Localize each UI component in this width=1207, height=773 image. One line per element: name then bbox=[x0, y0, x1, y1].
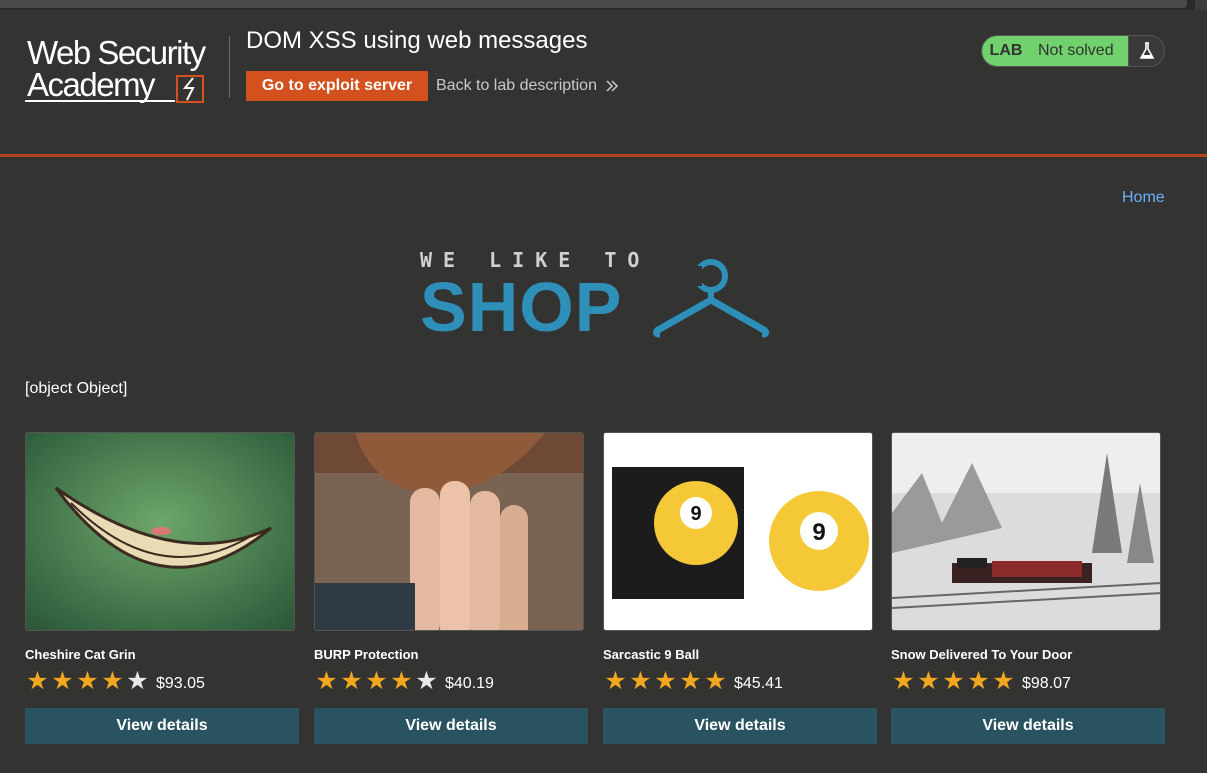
header-rule bbox=[0, 154, 1207, 157]
product-rating: ★ ★ ★ ★ ★ $40.19 bbox=[314, 668, 588, 694]
product-rating: ★ ★ ★ ★ ★ $98.07 bbox=[891, 668, 1165, 694]
product-image-cheshire-cat-grin bbox=[25, 432, 295, 631]
star-icon: ★ bbox=[365, 666, 388, 695]
lab-title: DOM XSS using web messages bbox=[246, 27, 588, 54]
scrollbar-corner bbox=[1195, 0, 1207, 10]
star-icon: ★ bbox=[892, 666, 915, 695]
web-message-output: [object Object] bbox=[25, 380, 128, 397]
logo-bolt-icon bbox=[176, 75, 204, 103]
star-icon: ★ bbox=[942, 666, 965, 695]
product-rating: ★ ★ ★ ★ ★ $93.05 bbox=[25, 668, 299, 694]
product-name: BURP Protection bbox=[314, 647, 419, 662]
star-icon: ★ bbox=[315, 666, 338, 695]
home-link[interactable]: Home bbox=[1122, 189, 1165, 207]
product-name: Cheshire Cat Grin bbox=[25, 647, 136, 662]
view-details-button[interactable]: View details bbox=[314, 708, 588, 744]
lab-status-widget: LAB Not solved bbox=[981, 35, 1165, 67]
product-price: $45.41 bbox=[734, 675, 783, 692]
star-icon: ★ bbox=[604, 666, 627, 695]
product-image-snow-delivered bbox=[891, 432, 1161, 631]
browser-scrollbar[interactable] bbox=[0, 0, 1207, 10]
star-icon: ★ bbox=[679, 666, 702, 695]
product-price: $98.07 bbox=[1022, 675, 1071, 692]
logo-line2: Academy bbox=[27, 66, 156, 103]
product-name: Sarcastic 9 Ball bbox=[603, 647, 700, 662]
star-icon: ★ bbox=[51, 666, 74, 695]
hanger-icon bbox=[652, 259, 770, 338]
product-image-burp-protection bbox=[314, 432, 584, 631]
svg-text:9: 9 bbox=[690, 503, 701, 525]
view-details-button[interactable]: View details bbox=[25, 708, 299, 744]
lab-status-text: Not solved bbox=[1030, 36, 1128, 66]
product-name: Snow Delivered To Your Door bbox=[891, 647, 1073, 662]
back-link-label: Back to lab description bbox=[436, 77, 597, 94]
flask-icon bbox=[1128, 36, 1164, 66]
star-icon: ★ bbox=[101, 666, 124, 695]
go-to-exploit-server-button[interactable]: Go to exploit server bbox=[246, 71, 428, 101]
star-icon: ★ bbox=[415, 666, 438, 695]
product-card: Snow Delivered To Your Door ★ ★ ★ ★ ★ $98.07… bbox=[891, 432, 1165, 744]
star-icon: ★ bbox=[992, 666, 1015, 695]
product-card: Cheshire Cat Grin ★ ★ ★ ★ ★ $93.05 View deta… bbox=[25, 432, 299, 744]
shop-banner: WE LIKE TO SHOP bbox=[420, 248, 772, 344]
star-icon: ★ bbox=[704, 666, 727, 695]
logo-underline bbox=[25, 100, 175, 102]
product-rating: ★ ★ ★ ★ ★ $45.41 bbox=[603, 668, 877, 694]
svg-text:9: 9 bbox=[812, 519, 825, 546]
star-icon: ★ bbox=[917, 666, 940, 695]
star-icon: ★ bbox=[629, 666, 652, 695]
product-card: 9 9 Sarcastic 9 Ball ★ ★ ★ ★ ★ $45.41 View d… bbox=[603, 432, 877, 744]
star-icon: ★ bbox=[390, 666, 413, 695]
view-details-button[interactable]: View details bbox=[603, 708, 877, 744]
back-to-lab-description-link[interactable]: Back to lab description bbox=[436, 77, 619, 95]
product-card: BURP Protection ★ ★ ★ ★ ★ $40.19 View detail… bbox=[314, 432, 588, 744]
product-image-sarcastic-9-ball: 9 9 bbox=[603, 432, 873, 631]
banner-shop-text: SHOP bbox=[420, 268, 623, 346]
header-divider bbox=[229, 36, 230, 98]
star-icon: ★ bbox=[654, 666, 677, 695]
product-price: $40.19 bbox=[445, 675, 494, 692]
star-icon: ★ bbox=[26, 666, 49, 695]
lab-status-tag: LAB bbox=[982, 36, 1030, 66]
star-icon: ★ bbox=[967, 666, 990, 695]
scrollbar-thumb[interactable] bbox=[0, 0, 1187, 8]
web-security-academy-logo[interactable]: Web Security Academy bbox=[25, 34, 225, 106]
star-icon: ★ bbox=[340, 666, 363, 695]
product-price: $93.05 bbox=[156, 675, 205, 692]
double-chevron-right-icon bbox=[606, 80, 619, 92]
star-icon: ★ bbox=[76, 666, 99, 695]
view-details-button[interactable]: View details bbox=[891, 708, 1165, 744]
star-icon: ★ bbox=[126, 666, 149, 695]
